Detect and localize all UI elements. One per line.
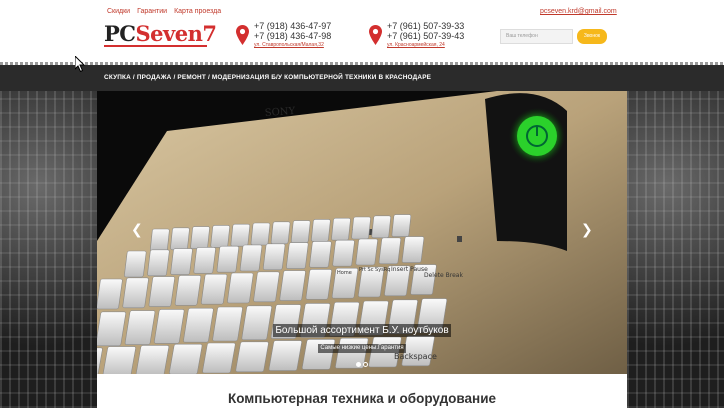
keyboard-key — [190, 226, 210, 249]
keyboard-key — [193, 247, 216, 274]
keyboard-key — [216, 245, 240, 273]
keyboard-key — [279, 270, 306, 301]
keyboard-key — [124, 250, 147, 278]
key-label-prtsc: Prt Sc SysRq — [359, 267, 390, 273]
contact-block-1: +7 (918) 436-47-97 +7 (918) 436-47-98 ул… — [254, 21, 331, 49]
keyboard-key — [351, 216, 371, 240]
key-label-insert: Insert Pause — [391, 266, 428, 273]
keyboard-key — [210, 225, 230, 248]
keyboard-key — [122, 277, 149, 309]
main-content: Компьютерная техника и оборудование — [97, 374, 627, 408]
slider-dot[interactable] — [356, 362, 361, 367]
phone-input[interactable]: Ваш телефон — [500, 29, 573, 44]
keyboard-key — [262, 243, 286, 271]
mouse-cursor-icon — [75, 56, 85, 72]
nav-band: СКУПКА / ПРОДАЖА / РЕМОНТ / МОДЕРНИЗАЦИЯ… — [0, 62, 724, 91]
keyboard-key — [391, 214, 412, 237]
section-title: Компьютерная техника и оборудование — [227, 391, 497, 406]
keyboard-key — [148, 276, 175, 307]
keyboard-key — [170, 227, 190, 251]
key-label-delete: Delete Break — [424, 272, 463, 279]
email-link[interactable]: pcseven.krd@gmail.com — [540, 8, 617, 15]
phone-4[interactable]: +7 (961) 507-39-43 — [387, 31, 464, 41]
keyboard-key — [311, 219, 331, 242]
keyboard-key — [174, 275, 202, 306]
brand-label: SONY — [264, 106, 295, 119]
keyboard-key — [290, 220, 311, 243]
keyboard-key — [401, 236, 425, 263]
keyboard-key — [239, 244, 263, 272]
keyboard-key — [286, 242, 309, 269]
keyboard-key — [331, 217, 351, 241]
phone-3[interactable]: +7 (961) 507-39-33 — [387, 21, 464, 31]
keyboard-key — [170, 248, 193, 275]
keyboard-key — [305, 269, 332, 300]
phone-2[interactable]: +7 (918) 436-47-98 — [254, 31, 331, 41]
keyboard-key — [150, 228, 170, 252]
address-1[interactable]: ул. Ставропольская/Малая,32 — [254, 42, 331, 49]
background-circuit-left — [0, 91, 97, 408]
keyboard-key — [355, 238, 378, 266]
keyboard-key — [97, 278, 123, 310]
contact-block-2: +7 (961) 507-39-33 +7 (961) 507-39-43 ул… — [387, 21, 464, 49]
key-label-home: Home — [337, 270, 352, 276]
keyboard-key — [332, 239, 355, 267]
keyboard-key — [250, 222, 271, 246]
site-logo[interactable]: PCSeven7 — [104, 23, 217, 44]
slide-subtitle: Самые низкие цены.Гарантия — [318, 344, 406, 353]
nav-tagline: СКУПКА / ПРОДАЖА / РЕМОНТ / МОДЕРНИЗАЦИЯ… — [104, 74, 432, 81]
keyboard-key — [147, 249, 170, 277]
hero-slider[interactable]: SONY Home Prt Sc SysRq Insert Pause Dele… — [97, 91, 627, 374]
map-pin-icon — [369, 25, 382, 45]
keyboard-key — [371, 215, 391, 239]
link-map[interactable]: Карта проезда — [174, 8, 221, 15]
slider-dot[interactable] — [363, 362, 368, 367]
keyboard-key — [227, 272, 254, 304]
slider-dots — [97, 354, 627, 372]
keyboard-key — [378, 237, 402, 265]
call-button[interactable]: Звонок — [577, 29, 607, 44]
logo-underline — [104, 45, 207, 47]
slider-next-arrow[interactable]: ❯ — [581, 223, 593, 237]
top-links: Скидки Гарантии Карта проезда — [107, 8, 221, 15]
slide-subcaption: Самые низкие цены.Гарантия — [97, 336, 627, 354]
site-header: Скидки Гарантии Карта проезда PCSeven7 +… — [0, 0, 724, 62]
keyboard-key — [230, 223, 251, 247]
address-2[interactable]: ул. Красноармейская, 24 — [387, 42, 464, 49]
background-circuit-right — [627, 91, 724, 408]
map-pin-icon — [236, 25, 249, 45]
link-warranty[interactable]: Гарантии — [137, 8, 167, 15]
keyboard-key — [270, 221, 291, 245]
link-discounts[interactable]: Скидки — [107, 8, 130, 15]
keyboard-key — [253, 271, 280, 303]
keyboard-key — [200, 273, 228, 305]
slider-prev-arrow[interactable]: ❮ — [131, 223, 143, 237]
keyboard-key — [309, 241, 332, 268]
phone-1[interactable]: +7 (918) 436-47-97 — [254, 21, 331, 31]
